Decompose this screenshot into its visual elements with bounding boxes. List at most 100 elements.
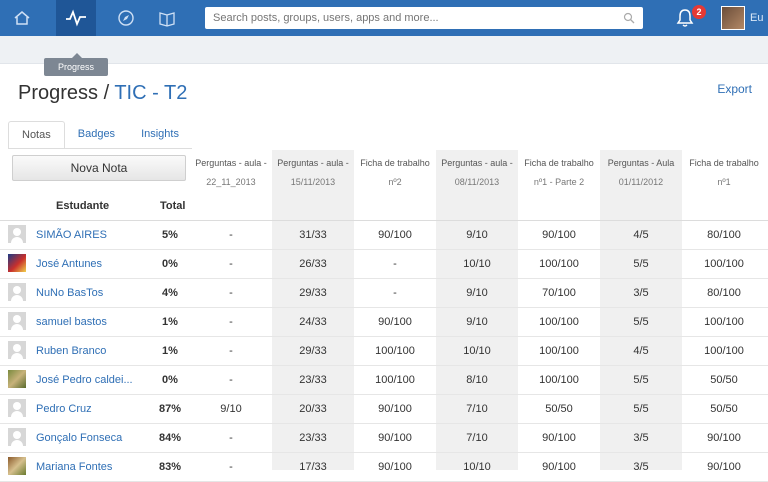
nova-nota-button[interactable]: Nova Nota bbox=[12, 155, 186, 181]
score-cell[interactable]: 8/10 bbox=[436, 374, 518, 386]
score-cell[interactable]: 9/10 bbox=[436, 287, 518, 299]
student-avatar[interactable] bbox=[8, 312, 26, 330]
score-cell[interactable]: 100/100 bbox=[518, 258, 600, 270]
student-avatar[interactable] bbox=[8, 225, 26, 243]
score-cell[interactable]: - bbox=[190, 345, 272, 357]
score-cell[interactable]: 5/5 bbox=[600, 316, 682, 328]
score-cell[interactable]: 90/100 bbox=[354, 316, 436, 328]
score-cell[interactable]: 70/100 bbox=[518, 287, 600, 299]
score-cell[interactable]: 100/100 bbox=[518, 374, 600, 386]
score-cell[interactable]: 17/33 bbox=[272, 461, 354, 473]
student-avatar[interactable] bbox=[8, 428, 26, 446]
score-cell[interactable]: 9/10 bbox=[436, 316, 518, 328]
discover-icon[interactable] bbox=[106, 0, 146, 36]
score-cell[interactable]: 50/50 bbox=[518, 403, 600, 415]
library-icon[interactable] bbox=[147, 0, 187, 36]
column-header[interactable]: Ficha de trabalho nº2 bbox=[354, 154, 436, 192]
student-avatar[interactable] bbox=[8, 370, 26, 388]
column-header[interactable]: Perguntas - Aula 01/11/2012 bbox=[600, 154, 682, 192]
score-cell[interactable]: - bbox=[190, 287, 272, 299]
search-icon[interactable] bbox=[623, 11, 635, 29]
student-column-header[interactable]: Estudante bbox=[56, 200, 109, 212]
student-name-link[interactable]: Pedro Cruz bbox=[36, 403, 92, 415]
score-cell[interactable]: 3/5 bbox=[600, 287, 682, 299]
score-cell[interactable]: 23/33 bbox=[272, 432, 354, 444]
column-header[interactable]: Perguntas - aula -15/11/2013 bbox=[272, 154, 354, 192]
score-cell[interactable]: 90/100 bbox=[518, 461, 600, 473]
column-header[interactable]: Perguntas - aula -08/11/2013 bbox=[436, 154, 518, 192]
score-cell[interactable]: 100/100 bbox=[682, 258, 766, 270]
export-link[interactable]: Export bbox=[717, 82, 752, 96]
score-cell[interactable]: 90/100 bbox=[354, 432, 436, 444]
score-cell[interactable]: - bbox=[190, 432, 272, 444]
score-cell[interactable]: 10/10 bbox=[436, 345, 518, 357]
notification-count-badge[interactable]: 2 bbox=[692, 5, 706, 19]
score-cell[interactable]: 100/100 bbox=[354, 345, 436, 357]
student-name-link[interactable]: Gonçalo Fonseca bbox=[36, 432, 122, 444]
score-cell[interactable]: 100/100 bbox=[354, 374, 436, 386]
score-cell[interactable]: 10/10 bbox=[436, 258, 518, 270]
score-cell[interactable]: 9/10 bbox=[190, 403, 272, 415]
student-name-link[interactable]: José Pedro caldei... bbox=[36, 374, 133, 386]
student-name-link[interactable]: José Antunes bbox=[36, 258, 102, 270]
total-column-header[interactable]: Total bbox=[160, 200, 185, 212]
home-icon[interactable] bbox=[2, 0, 42, 36]
score-cell[interactable]: 5/5 bbox=[600, 403, 682, 415]
score-cell[interactable]: 90/100 bbox=[354, 461, 436, 473]
score-cell[interactable]: 31/33 bbox=[272, 229, 354, 241]
score-cell[interactable]: - bbox=[190, 461, 272, 473]
score-cell[interactable]: 100/100 bbox=[682, 316, 766, 328]
column-header[interactable]: Ficha de trabalho nº1 - Parte 2 bbox=[518, 154, 600, 192]
student-avatar[interactable] bbox=[8, 341, 26, 359]
score-cell[interactable]: 7/10 bbox=[436, 403, 518, 415]
score-cell[interactable]: 29/33 bbox=[272, 287, 354, 299]
student-avatar[interactable] bbox=[8, 254, 26, 272]
student-avatar[interactable] bbox=[8, 457, 26, 475]
score-cell[interactable]: 80/100 bbox=[682, 229, 766, 241]
score-cell[interactable]: 20/33 bbox=[272, 403, 354, 415]
column-header[interactable]: Ficha de trabalho nº1 bbox=[682, 154, 766, 192]
score-cell[interactable]: 5/5 bbox=[600, 258, 682, 270]
score-cell[interactable]: 50/50 bbox=[682, 403, 766, 415]
column-header[interactable]: Perguntas - aula -22_11_2013 bbox=[190, 154, 272, 192]
search-input[interactable] bbox=[205, 7, 605, 29]
score-cell[interactable]: 29/33 bbox=[272, 345, 354, 357]
score-cell[interactable]: 90/100 bbox=[518, 229, 600, 241]
student-name-link[interactable]: SIMÃO AIRES bbox=[36, 229, 107, 241]
tab-insights[interactable]: Insights bbox=[128, 121, 192, 149]
score-cell[interactable]: 80/100 bbox=[682, 287, 766, 299]
score-cell[interactable]: 23/33 bbox=[272, 374, 354, 386]
student-name-link[interactable]: NuNo BasTos bbox=[36, 287, 103, 299]
student-name-link[interactable]: Mariana Fontes bbox=[36, 461, 112, 473]
score-cell[interactable]: 90/100 bbox=[682, 432, 766, 444]
score-cell[interactable]: 5/5 bbox=[600, 374, 682, 386]
score-cell[interactable]: 26/33 bbox=[272, 258, 354, 270]
student-avatar[interactable] bbox=[8, 283, 26, 301]
score-cell[interactable]: 100/100 bbox=[682, 345, 766, 357]
score-cell[interactable]: 50/50 bbox=[682, 374, 766, 386]
score-cell[interactable]: - bbox=[354, 287, 436, 299]
score-cell[interactable]: 9/10 bbox=[436, 229, 518, 241]
score-cell[interactable]: - bbox=[354, 258, 436, 270]
student-name-link[interactable]: Ruben Branco bbox=[36, 345, 106, 357]
score-cell[interactable]: 90/100 bbox=[354, 229, 436, 241]
progress-icon[interactable] bbox=[56, 0, 96, 36]
score-cell[interactable]: 7/10 bbox=[436, 432, 518, 444]
score-cell[interactable]: 24/33 bbox=[272, 316, 354, 328]
user-menu-label[interactable]: Eu bbox=[750, 12, 763, 24]
score-cell[interactable]: 90/100 bbox=[682, 461, 766, 473]
score-cell[interactable]: 3/5 bbox=[600, 461, 682, 473]
score-cell[interactable]: 4/5 bbox=[600, 229, 682, 241]
user-avatar[interactable] bbox=[721, 6, 745, 30]
score-cell[interactable]: - bbox=[190, 316, 272, 328]
score-cell[interactable]: - bbox=[190, 229, 272, 241]
score-cell[interactable]: 4/5 bbox=[600, 345, 682, 357]
course-link[interactable]: TIC - T2 bbox=[114, 82, 187, 104]
score-cell[interactable]: 3/5 bbox=[600, 432, 682, 444]
student-name-link[interactable]: samuel bastos bbox=[36, 316, 107, 328]
score-cell[interactable]: 90/100 bbox=[354, 403, 436, 415]
student-avatar[interactable] bbox=[8, 399, 26, 417]
score-cell[interactable]: 10/10 bbox=[436, 461, 518, 473]
score-cell[interactable]: - bbox=[190, 374, 272, 386]
score-cell[interactable]: 90/100 bbox=[518, 432, 600, 444]
